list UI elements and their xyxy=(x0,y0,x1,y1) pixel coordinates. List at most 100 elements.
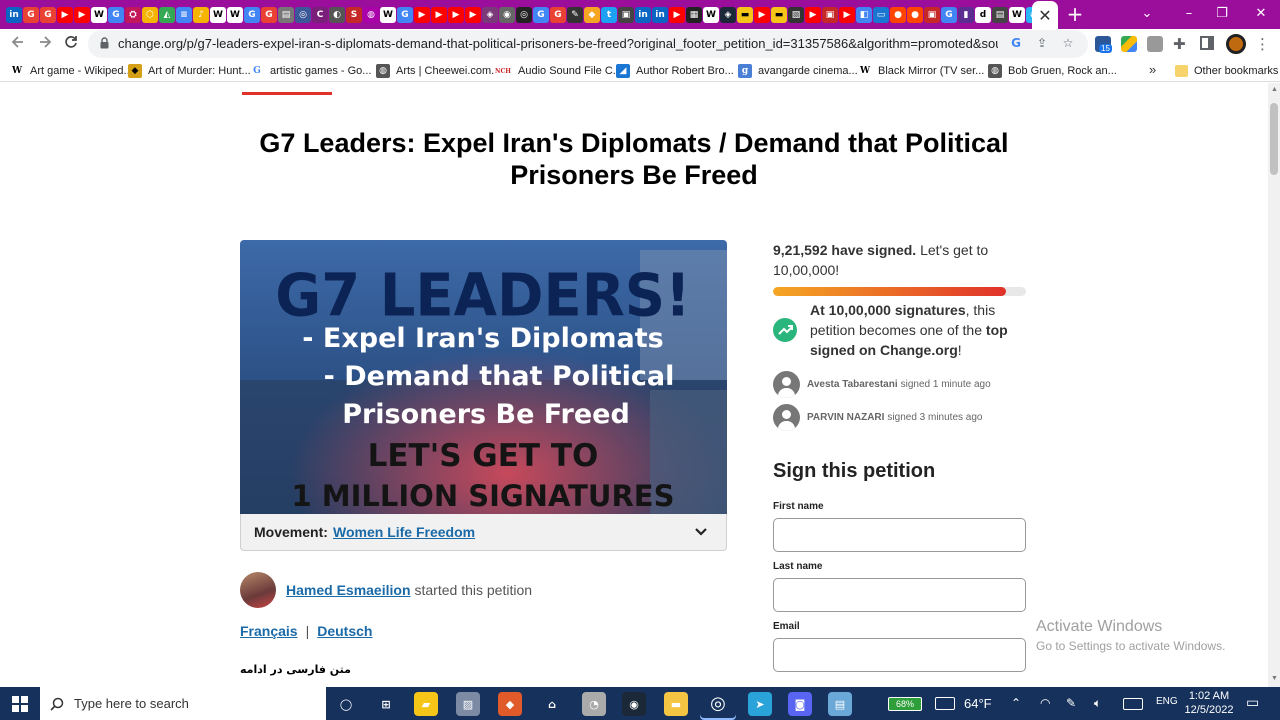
bookmark-item[interactable]: W Black Mirror (TV ser... xyxy=(858,63,984,79)
volume-icon[interactable]: 🔈︎ xyxy=(1094,696,1101,711)
tab-favicon-icon[interactable]: ▣ xyxy=(924,7,940,23)
bookmark-item[interactable]: ◍ Bob Gruen, Rock an... xyxy=(988,63,1117,79)
scrollbar-thumb[interactable] xyxy=(1270,103,1278,175)
tab-favicon-icon[interactable]: ▶ xyxy=(414,7,430,23)
tab-favicon-icon[interactable]: ▭ xyxy=(873,7,889,23)
back-button[interactable] xyxy=(9,35,27,53)
tab-favicon-icon[interactable]: ▶ xyxy=(74,7,90,23)
starter-name-link[interactable]: Hamed Esmaeilion xyxy=(286,582,411,598)
tab-favicon-icon[interactable]: ◈ xyxy=(482,7,498,23)
address-bar[interactable]: change.org/p/g7-leaders-expel-iran-s-dip… xyxy=(88,30,1088,58)
telegram-taskbar-icon[interactable]: ➤ xyxy=(748,692,772,716)
taskbar-search[interactable]: Type here to search xyxy=(40,687,326,720)
tab-favicon-icon[interactable]: ⬡ xyxy=(142,7,158,23)
photos-taskbar-icon[interactable]: ▨ xyxy=(456,692,480,716)
tab-favicon-icon[interactable]: ◎ xyxy=(516,7,532,23)
tab-favicon-icon[interactable]: ▶ xyxy=(448,7,464,23)
tab-search-icon[interactable]: ⌄ xyxy=(1136,4,1158,24)
forward-button[interactable] xyxy=(36,35,54,53)
clock-taskbar-icon[interactable]: ◔ xyxy=(582,692,606,716)
chrome-taskbar-icon[interactable]: ◎ xyxy=(700,687,736,720)
tab-favicon-icon[interactable]: in xyxy=(635,7,651,23)
home-taskbar-icon[interactable]: ⌂ xyxy=(540,692,564,716)
scroll-down-arrow-icon[interactable]: ▼ xyxy=(1271,675,1278,682)
first-name-input[interactable] xyxy=(773,518,1026,552)
extension-icon-2[interactable] xyxy=(1147,36,1163,52)
reload-button[interactable] xyxy=(62,35,80,53)
wifi-icon[interactable]: ◠ xyxy=(1040,696,1050,710)
profile-avatar[interactable] xyxy=(1226,34,1246,54)
scroll-up-arrow-icon[interactable]: ▲ xyxy=(1271,86,1278,93)
bookmarks-overflow-button[interactable]: » xyxy=(1149,62,1156,77)
tab-favicon-icon[interactable]: ◈ xyxy=(720,7,736,23)
tab-favicon-icon[interactable]: ◆ xyxy=(584,7,600,23)
chevron-down-icon[interactable] xyxy=(694,527,708,537)
starter-avatar[interactable] xyxy=(240,572,276,608)
close-window-button[interactable]: ✕ xyxy=(1250,4,1272,24)
tab-favicon-icon[interactable]: C xyxy=(312,7,328,23)
email-input[interactable] xyxy=(773,638,1026,672)
tab-favicon-icon[interactable]: ● xyxy=(907,7,923,23)
url-text[interactable]: change.org/p/g7-leaders-expel-iran-s-dip… xyxy=(118,36,998,51)
tab-favicon-icon[interactable]: ▶ xyxy=(805,7,821,23)
bookmark-item[interactable]: W Art game - Wikiped... xyxy=(10,63,133,79)
bookmark-item[interactable]: NCH Audio Sound File C... xyxy=(494,63,622,79)
last-name-input[interactable] xyxy=(773,578,1026,612)
tab-favicon-icon[interactable]: ◧ xyxy=(856,7,872,23)
steam-taskbar-icon[interactable]: ◉ xyxy=(622,692,646,716)
tab-favicon-icon[interactable]: G xyxy=(244,7,260,23)
maximize-button[interactable]: ❐ xyxy=(1211,4,1233,24)
keyboard-icon[interactable] xyxy=(1123,698,1143,710)
display-icon[interactable] xyxy=(935,697,955,710)
tab-favicon-icon[interactable]: G xyxy=(533,7,549,23)
tab-favicon-icon[interactable]: ♪ xyxy=(193,7,209,23)
taskbar-clock[interactable]: 1:02 AM 12/5/2022 xyxy=(1184,689,1234,717)
other-bookmarks[interactable]: Other bookmarks xyxy=(1175,63,1278,79)
tab-favicon-icon[interactable]: G xyxy=(108,7,124,23)
bookmark-item[interactable]: g avangarde cinema... xyxy=(738,63,858,79)
tab-favicon-icon[interactable]: G xyxy=(261,7,277,23)
tab-favicon-icon[interactable]: ▶ xyxy=(465,7,481,23)
extensions-puzzle-icon[interactable]: ✚ xyxy=(1173,35,1186,53)
tab-favicon-icon[interactable]: G xyxy=(23,7,39,23)
tab-favicon-icon[interactable]: ▶ xyxy=(754,7,770,23)
tab-favicon-icon[interactable]: W xyxy=(227,7,243,23)
tab-favicon-icon[interactable]: ▧ xyxy=(788,7,804,23)
bookmark-star-icon[interactable]: ☆ xyxy=(1060,35,1076,51)
sticky-notes-taskbar-icon[interactable]: ▰ xyxy=(414,692,438,716)
tab-favicon-icon[interactable]: ◐ xyxy=(329,7,345,23)
close-tab-icon[interactable]: ✕ xyxy=(1038,6,1051,25)
tab-favicon-icon[interactable]: ◭ xyxy=(159,7,175,23)
active-tab[interactable]: ✕ xyxy=(1032,1,1058,29)
lock-icon[interactable] xyxy=(100,37,109,49)
tab-favicon-icon[interactable]: ▶ xyxy=(57,7,73,23)
side-panel-icon[interactable] xyxy=(1200,36,1214,50)
google-lens-icon[interactable]: G xyxy=(1008,35,1024,51)
battery-indicator[interactable]: 68% xyxy=(888,697,922,711)
lang-link-french[interactable]: Français xyxy=(240,623,298,639)
paint-taskbar-icon[interactable]: ◆ xyxy=(498,692,522,716)
movement-bar[interactable]: Movement: Women Life Freedom xyxy=(240,514,727,551)
input-language[interactable]: ENG xyxy=(1156,696,1178,707)
menu-icon[interactable]: ⋮ xyxy=(1255,35,1270,53)
tab-favicon-icon[interactable]: ▤ xyxy=(278,7,294,23)
share-icon[interactable]: ⇪ xyxy=(1034,35,1050,51)
bookmark-item[interactable]: ◍ Arts | Cheewei.com... xyxy=(376,63,500,79)
tab-favicon-icon[interactable]: ● xyxy=(890,7,906,23)
tab-favicon-icon[interactable]: in xyxy=(6,7,22,23)
tab-favicon-icon[interactable]: ◎ xyxy=(295,7,311,23)
tab-favicon-icon[interactable]: ▶ xyxy=(839,7,855,23)
tab-favicon-icon[interactable]: d xyxy=(975,7,991,23)
minimize-button[interactable]: – xyxy=(1178,4,1200,24)
notifications-icon[interactable]: ▭ xyxy=(1246,694,1259,711)
start-button[interactable] xyxy=(12,696,28,712)
bookmark-item[interactable]: ◆ Art of Murder: Hunt... xyxy=(128,63,251,79)
tab-favicon-icon[interactable]: ▤ xyxy=(992,7,1008,23)
widgets-taskbar-icon[interactable]: ⊞ xyxy=(374,692,398,716)
weather-temperature[interactable]: 64°F xyxy=(964,696,992,711)
tab-favicon-icon[interactable]: ◍ xyxy=(363,7,379,23)
lang-link-german[interactable]: Deutsch xyxy=(317,623,372,639)
bookmark-item[interactable]: ◢ Author Robert Bro... xyxy=(616,63,734,79)
tab-favicon-icon[interactable]: ⛭ xyxy=(125,7,141,23)
tab-favicon-icon[interactable]: W xyxy=(1009,7,1025,23)
